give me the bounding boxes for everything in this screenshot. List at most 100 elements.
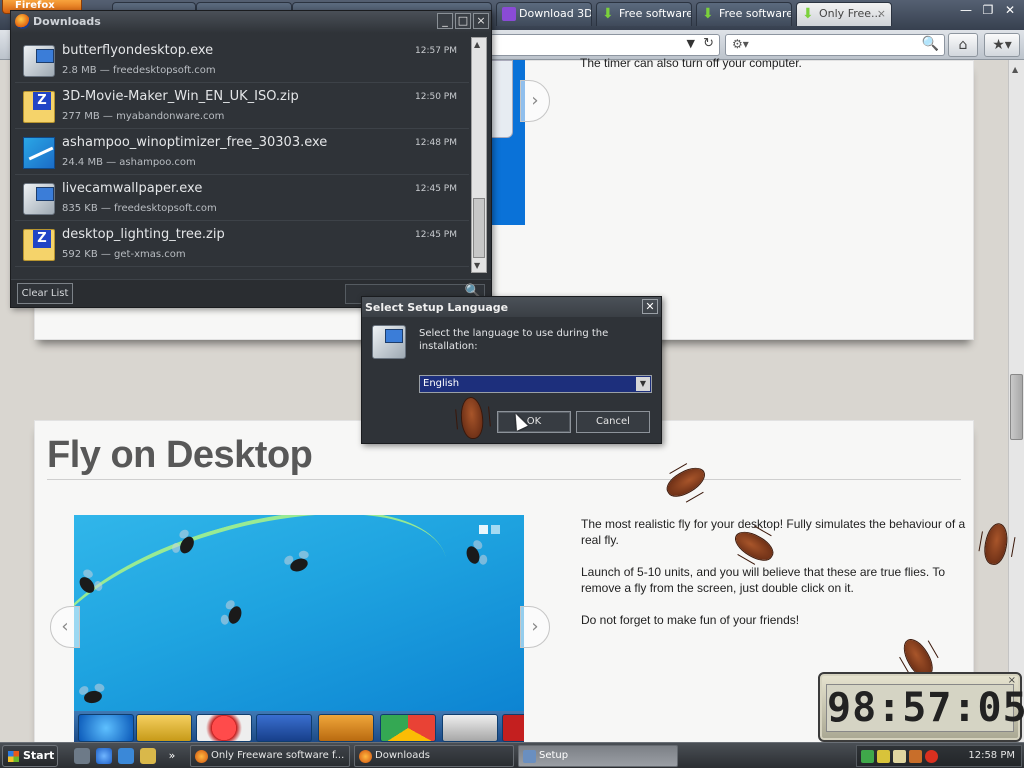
downloads-window-controls: _ □ × xyxy=(437,13,489,29)
quicklaunch-overflow-icon[interactable]: » xyxy=(164,748,180,764)
taskbar-button-downloads[interactable]: Downloads xyxy=(354,745,514,767)
document-icon xyxy=(442,714,498,742)
download-filename: ashampoo_winoptimizer_free_30303.exe xyxy=(62,135,328,150)
system-tray: 12:58 PM xyxy=(856,745,1022,767)
search-icon[interactable]: 🔍 xyxy=(922,36,939,52)
firefox-icon xyxy=(195,750,208,763)
download-time: 12:45 PM xyxy=(415,230,457,240)
start-button[interactable]: Start xyxy=(2,745,58,767)
scroll-down-arrow-icon[interactable]: ▼ xyxy=(474,261,480,270)
floppy-save-icon xyxy=(256,714,312,742)
download-filename: livecamwallpaper.exe xyxy=(62,181,203,196)
taskbar-button-firefox[interactable]: Only Freeware software f... xyxy=(190,745,350,767)
tab-label: Free software xyxy=(619,7,692,20)
home-button[interactable]: ⌂ xyxy=(948,33,978,57)
ashampoo-icon xyxy=(23,137,55,169)
zip-icon: Z xyxy=(23,229,55,261)
tray-app-icon[interactable] xyxy=(877,750,890,763)
scroll-up-arrow-icon[interactable]: ▲ xyxy=(474,40,480,49)
tray-app-icon[interactable] xyxy=(893,750,906,763)
url-history-dropdown-icon[interactable]: ▼ xyxy=(687,37,695,50)
download-item[interactable]: butterflyondesktop.exe 2.8 MB — freedesk… xyxy=(15,37,469,83)
search-bar[interactable]: ⚙▾ 🔍 xyxy=(725,34,945,56)
batman-icon xyxy=(136,714,192,742)
tray-app-icon[interactable] xyxy=(909,750,922,763)
downloads-maximize-button[interactable]: □ xyxy=(455,13,471,29)
slide-indicator-dots[interactable] xyxy=(479,525,500,534)
page-scrollbar[interactable]: ▲ xyxy=(1008,60,1024,742)
downloads-window: Downloads _ □ × butterflyondesktop.exe 2… xyxy=(10,10,492,308)
download-item[interactable]: Z 3D-Movie-Maker_Win_EN_UK_ISO.zip 277 M… xyxy=(15,83,469,129)
green-arrow-icon: ⬇ xyxy=(602,6,614,22)
language-select-value: English xyxy=(423,378,460,389)
taskbar-button-setup[interactable]: Setup xyxy=(518,745,678,767)
downloads-list: butterflyondesktop.exe 2.8 MB — freedesk… xyxy=(15,37,469,275)
internet-explorer-icon[interactable] xyxy=(96,748,112,764)
ok-button[interactable]: OK xyxy=(497,411,571,433)
reload-icon[interactable]: ↻ xyxy=(703,36,714,51)
tray-app-icon[interactable] xyxy=(861,750,874,763)
countdown-clock-widget[interactable]: × 98:57:05 xyxy=(818,672,1024,742)
tab-label: Download 3D... xyxy=(519,7,592,20)
tray-clock-app-icon[interactable] xyxy=(925,750,938,763)
bookmarks-button[interactable]: ★▾ xyxy=(984,33,1020,57)
quicklaunch-app-icon[interactable] xyxy=(118,748,134,764)
opera-icon xyxy=(196,714,252,742)
zip-icon: Z xyxy=(23,91,55,123)
downloads-title: Downloads xyxy=(33,15,101,28)
page-title: Fly on Desktop xyxy=(47,434,313,476)
wallpaper-swoosh xyxy=(74,515,471,742)
tab-label: Free software xyxy=(719,7,792,20)
language-select[interactable]: English ▼ xyxy=(419,375,652,393)
tab-download-3d[interactable]: Download 3D... xyxy=(496,2,592,26)
chevron-right-icon: › xyxy=(531,616,539,637)
tab-free-software-1[interactable]: ⬇ Free software xyxy=(596,2,692,26)
clear-list-button[interactable]: Clear List xyxy=(17,283,73,304)
slide-dot[interactable] xyxy=(479,525,488,534)
windows-taskbar: Start » Only Freeware software f... Down… xyxy=(0,742,1024,768)
url-bar[interactable]: ▼ ↻ xyxy=(490,34,720,56)
download-item[interactable]: Z desktop_lighting_tree.zip 592 KB — get… xyxy=(15,221,469,267)
tab-only-free[interactable]: ⬇ Only Free... × xyxy=(796,2,892,26)
restore-button[interactable]: ❐ xyxy=(978,2,998,20)
show-desktop-icon[interactable] xyxy=(74,748,90,764)
scroll-up-arrow-icon[interactable]: ▲ xyxy=(1012,65,1018,74)
firefox-logo-icon xyxy=(15,14,30,29)
setup-language-dialog: Select Setup Language ✕ Select the langu… xyxy=(361,296,662,444)
chevron-left-icon: ‹ xyxy=(61,616,69,637)
minimize-button[interactable]: — xyxy=(956,2,976,20)
slide-dot[interactable] xyxy=(491,525,500,534)
downloads-scrollbar[interactable]: ▲ ▼ xyxy=(471,37,487,273)
cancel-button[interactable]: Cancel xyxy=(576,411,650,433)
page-scrollbar-thumb[interactable] xyxy=(1010,374,1023,440)
green-arrow-icon: ⬇ xyxy=(802,6,814,22)
tab-close-icon[interactable]: × xyxy=(877,3,886,25)
download-filename: butterflyondesktop.exe xyxy=(62,43,214,58)
download-time: 12:50 PM xyxy=(415,92,457,102)
chevron-down-icon[interactable]: ▼ xyxy=(636,377,650,391)
tab-label: Only Free... xyxy=(819,7,882,20)
downloads-titlebar[interactable]: Downloads _ □ × xyxy=(11,11,491,33)
search-engine-icon[interactable]: ⚙▾ xyxy=(732,37,749,51)
downloads-scrollbar-thumb[interactable] xyxy=(473,198,485,258)
quicklaunch-search-icon[interactable] xyxy=(140,748,156,764)
taskbar-clock[interactable]: 12:58 PM xyxy=(968,750,1015,761)
browser-window-controls: — ❐ ✕ xyxy=(956,2,1020,20)
download-meta: 835 KB — freedesktopsoft.com xyxy=(62,203,217,214)
description-paragraph-1: The most realistic fly for your desktop!… xyxy=(581,517,966,547)
product-screenshot[interactable] xyxy=(74,515,524,742)
close-button[interactable]: ✕ xyxy=(1000,2,1020,20)
fly-icon xyxy=(464,544,482,566)
taskbar-button-label: Setup xyxy=(539,750,569,761)
download-item[interactable]: livecamwallpaper.exe 835 KB — freedeskto… xyxy=(15,175,469,221)
tab-free-software-2[interactable]: ⬇ Free software xyxy=(696,2,792,26)
download-item[interactable]: ashampoo_winoptimizer_free_30303.exe 24.… xyxy=(15,129,469,175)
taskbar-button-label: Downloads xyxy=(375,750,430,761)
downloads-close-button[interactable]: × xyxy=(473,13,489,29)
downloads-minimize-button[interactable]: _ xyxy=(437,13,453,29)
taskbar-button-label: Only Freeware software f... xyxy=(211,750,345,761)
bookmarks-star-icon: ★▾ xyxy=(992,37,1012,53)
dialog-title[interactable]: Select Setup Language xyxy=(362,297,661,317)
dialog-close-button[interactable]: ✕ xyxy=(642,299,658,314)
setup-icon xyxy=(372,325,406,359)
